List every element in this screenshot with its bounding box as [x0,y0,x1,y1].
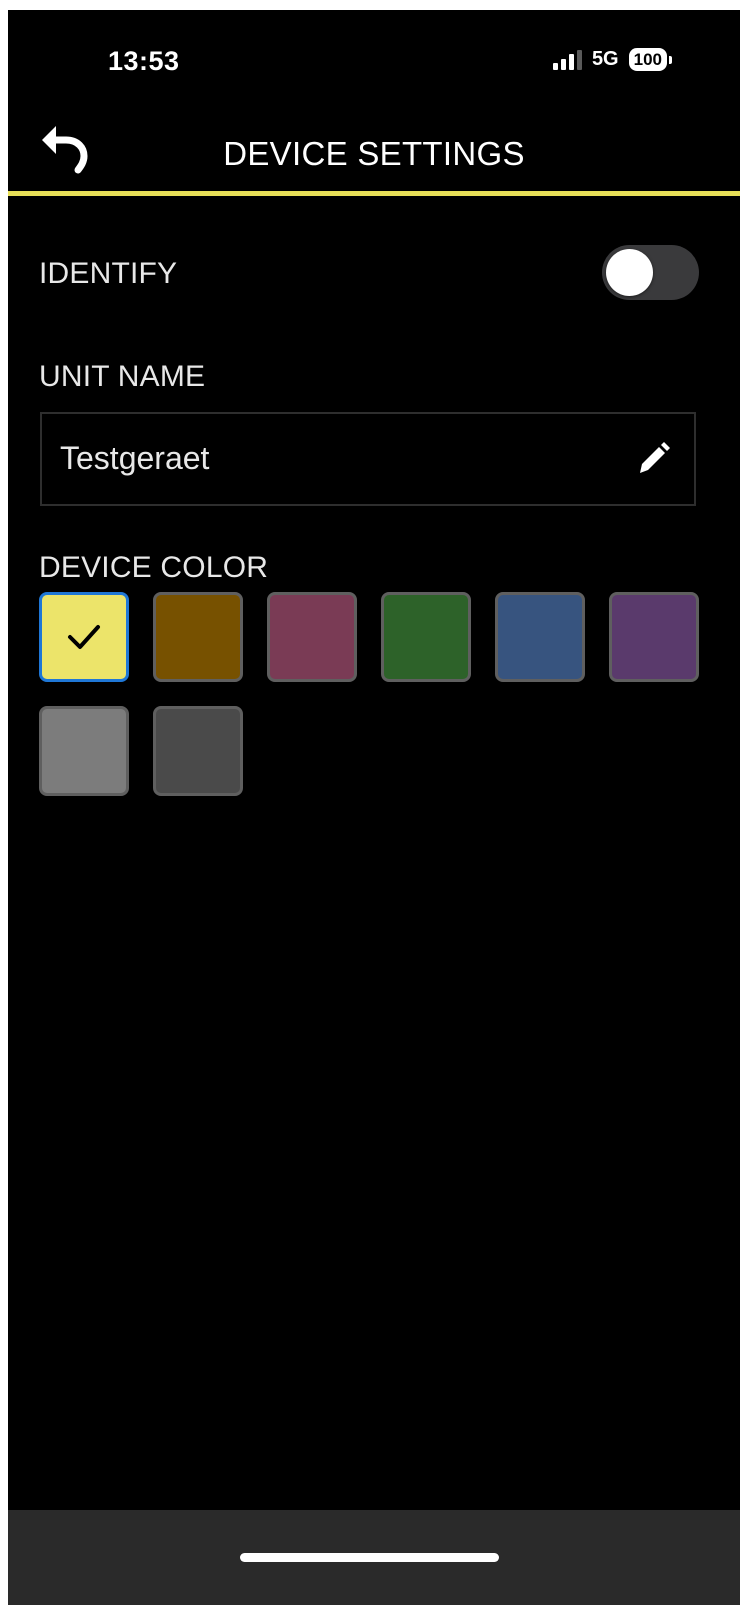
status-time: 13:53 [108,46,180,76]
unit-name-label: UNIT NAME [39,360,206,393]
color-swatch-brown[interactable] [153,592,243,682]
identify-label: IDENTIFY [39,257,178,290]
device-settings-screen: 13:53 5G 100 DEVICE SETTINGS IDENTIFY UN… [8,10,740,1605]
status-indicators: 5G 100 [552,48,672,71]
device-color-label: DEVICE COLOR [39,551,269,584]
checkmark-icon [68,625,100,649]
color-swatch-green[interactable] [381,592,471,682]
home-indicator[interactable] [240,1553,499,1562]
network-label: 5G [591,48,619,70]
signal-icon [552,49,582,70]
battery-level: 100 [628,48,667,71]
color-swatch-purple[interactable] [609,592,699,682]
unit-name-field[interactable]: Testgeraet [40,412,696,506]
color-swatch-maroon[interactable] [267,592,357,682]
identify-toggle[interactable] [602,245,699,300]
toggle-knob [606,249,653,296]
color-swatch-light-gray[interactable] [39,706,129,796]
page-title: DEVICE SETTINGS [223,135,525,172]
battery-icon: 100 [628,48,672,71]
color-swatch-blue[interactable] [495,592,585,682]
header-divider [8,191,740,196]
color-swatch-dark-gray[interactable] [153,706,243,796]
color-swatch-yellow[interactable] [39,592,129,682]
pencil-icon[interactable] [632,439,672,479]
unit-name-value: Testgeraet [60,440,210,476]
